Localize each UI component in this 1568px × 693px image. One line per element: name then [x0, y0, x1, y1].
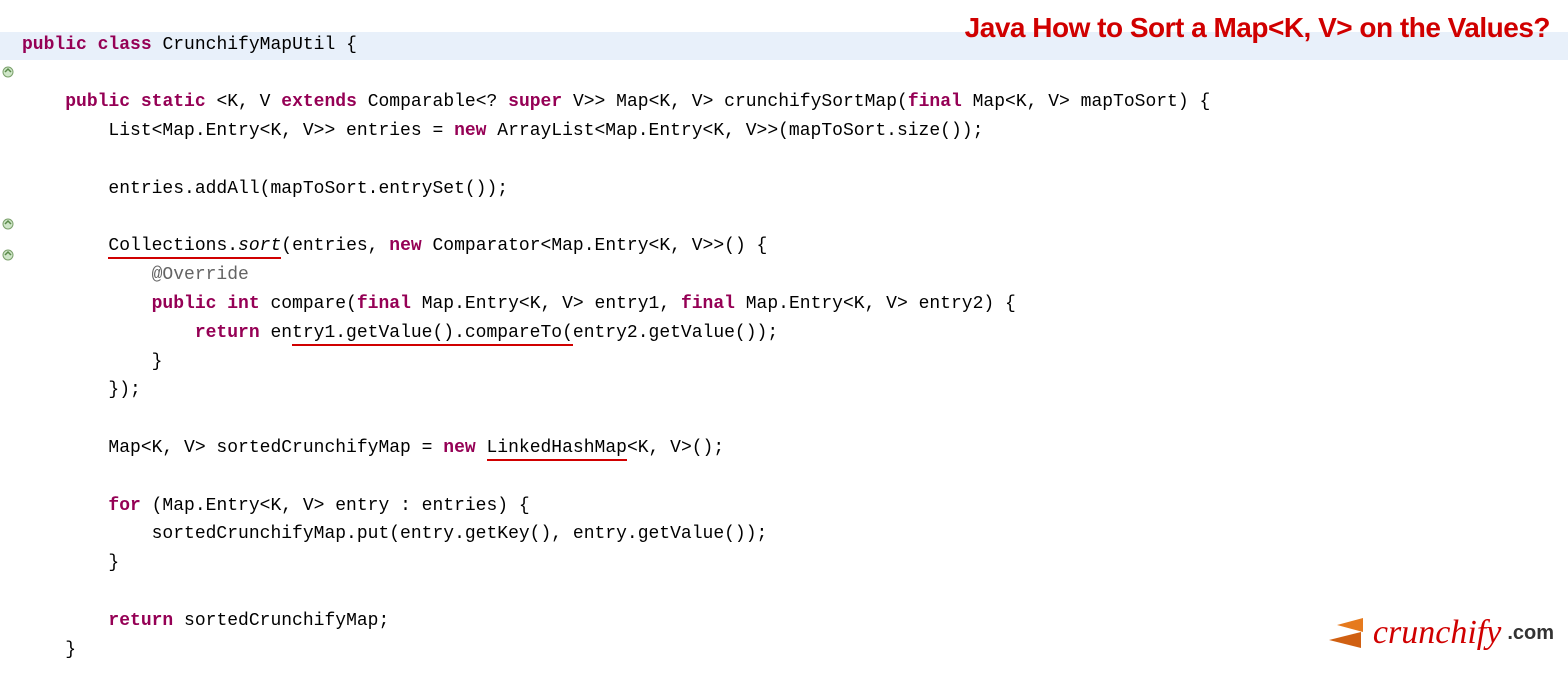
code-text: sortedCrunchifyMap; [173, 611, 389, 631]
keyword-final: final [357, 294, 411, 314]
code-text: Collections. [108, 236, 238, 256]
code-block: public class CrunchifyMapUtil { public s… [22, 31, 1568, 665]
gutter-marker-icon [2, 66, 14, 78]
code-editor: public class CrunchifyMapUtil { public s… [0, 0, 1568, 693]
logo-name: crunchify [1373, 606, 1501, 660]
code-text: Map.Entry<K, V> entry1, [411, 294, 681, 314]
highlighted-call: Collections.sort [108, 236, 281, 259]
keyword-public: public [65, 92, 130, 112]
code-text: List<Map.Entry<K, V>> entries = [22, 121, 454, 141]
gutter-marker-icon [2, 249, 14, 261]
crunchify-icon [1329, 618, 1367, 648]
code-text: Comparator<Map.Entry<K, V>>() { [422, 236, 768, 256]
code-text: } [22, 553, 119, 573]
keyword-public: public [22, 35, 87, 55]
logo-suffix: .com [1507, 617, 1554, 649]
keyword-return: return [195, 323, 260, 343]
article-title: Java How to Sort a Map<K, V> on the Valu… [965, 6, 1550, 51]
keyword-static: static [141, 92, 206, 112]
code-text: entries.addAll(mapToSort.entrySet()); [22, 179, 508, 199]
code-text: compare( [260, 294, 357, 314]
keyword-extends: extends [281, 92, 357, 112]
keyword-return: return [108, 611, 173, 631]
code-text: } [22, 640, 76, 660]
code-text: Map.Entry<K, V> entry2) { [735, 294, 1016, 314]
code-text: (Map.Entry<K, V> entry : entries) { [141, 496, 530, 516]
highlighted-type: LinkedHashMap [487, 438, 627, 461]
code-text: sortedCrunchifyMap.put(entry.getKey(), e… [22, 524, 767, 544]
code-text [22, 236, 108, 256]
code-text: en [260, 323, 292, 343]
keyword-public: public [152, 294, 217, 314]
code-text [476, 438, 487, 458]
code-text: ArrayList<Map.Entry<K, V>>(mapToSort.siz… [486, 121, 983, 141]
keyword-int: int [227, 294, 259, 314]
keyword-for: for [108, 496, 140, 516]
keyword-final: final [908, 92, 962, 112]
code-text: Map<K, V> mapToSort) { [962, 92, 1210, 112]
gutter-marker-icon [2, 218, 14, 230]
code-text: }); [22, 380, 141, 400]
keyword-super: super [508, 92, 562, 112]
code-text: entry2.getValue()); [573, 323, 778, 343]
method-sort: sort [238, 236, 281, 256]
code-text: (entries, [281, 236, 389, 256]
class-name: CrunchifyMapUtil { [152, 35, 357, 55]
brand-logo: crunchify.com [1329, 606, 1554, 660]
keyword-new: new [454, 121, 486, 141]
keyword-new: new [443, 438, 475, 458]
annotation-override: @Override [152, 265, 249, 285]
keyword-new: new [389, 236, 421, 256]
code-text: } [22, 352, 162, 372]
code-text: Map<K, V> sortedCrunchifyMap = [22, 438, 443, 458]
keyword-final: final [681, 294, 735, 314]
code-text: Comparable<? [357, 92, 508, 112]
code-text: <K, V>(); [627, 438, 724, 458]
keyword-class: class [98, 35, 152, 55]
code-text: V>> Map<K, V> crunchifySortMap( [562, 92, 908, 112]
code-text: <K, V [206, 92, 282, 112]
highlighted-call: try1.getValue().compareTo( [292, 323, 573, 346]
